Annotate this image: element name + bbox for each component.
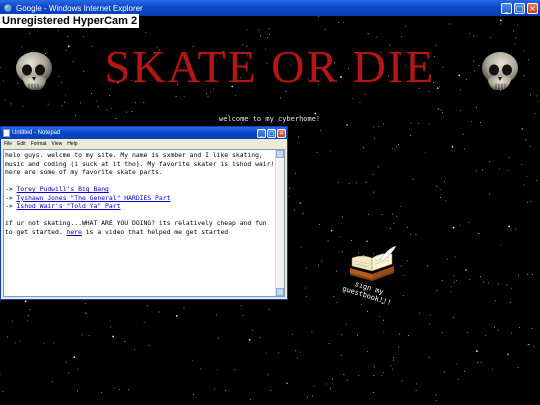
site-title: SKATE OR DIE bbox=[104, 41, 436, 92]
notepad-title: Untitled - Notepad bbox=[12, 130, 61, 136]
arrow-text: -> bbox=[5, 202, 17, 210]
close-button[interactable]: × bbox=[527, 2, 538, 14]
menu-help[interactable]: Help bbox=[67, 141, 77, 147]
vertical-scrollbar[interactable] bbox=[275, 150, 284, 296]
link-row: -> Ishod Wair's "Told Ya" Part bbox=[5, 202, 120, 210]
video-link[interactable]: here bbox=[67, 228, 82, 236]
notepad-menubar: File Edit Format View Help bbox=[1, 139, 287, 148]
link-row: -> Torey Pudwill's Big Bang bbox=[5, 185, 109, 193]
notepad-titlebar[interactable]: Untitled - Notepad _ □ × bbox=[1, 127, 287, 139]
menu-edit[interactable]: Edit bbox=[17, 141, 26, 147]
scroll-down-icon[interactable] bbox=[276, 288, 284, 296]
minimize-button[interactable]: _ bbox=[501, 2, 512, 14]
arrow-text: -> bbox=[5, 185, 17, 193]
welcome-text: welcome to my cyberhome! bbox=[219, 115, 321, 123]
skull-icon bbox=[16, 52, 52, 90]
hypercam-watermark: Unregistered HyperCam 2 bbox=[0, 14, 140, 28]
notepad-close-button[interactable]: × bbox=[277, 128, 286, 138]
ie-icon bbox=[3, 3, 13, 13]
arrow-text: -> bbox=[5, 193, 17, 202]
maximize-button[interactable]: □ bbox=[514, 2, 525, 14]
window-title: Google - Windows Internet Explorer bbox=[16, 3, 143, 13]
notepad-text-area[interactable]: helo guys. welcme to my site. My name is… bbox=[3, 149, 285, 297]
notepad-minimize-button[interactable]: _ bbox=[257, 128, 266, 138]
menu-file[interactable]: File bbox=[4, 141, 12, 147]
link-row: -> Tyshawn Jones "The General" HARDIES P… bbox=[5, 194, 170, 202]
skate-part-link[interactable]: Torey Pudwill's Big Bang bbox=[17, 185, 109, 193]
menu-format[interactable]: Format bbox=[31, 141, 47, 147]
outro-text-end: is a video that helped me get started bbox=[81, 227, 229, 236]
notepad-content: helo guys. welcme to my site. My name is… bbox=[5, 151, 275, 236]
skate-part-link[interactable]: Ishod Wair's "Told Ya" Part bbox=[17, 202, 121, 210]
notepad-icon bbox=[3, 129, 10, 137]
browser-window: Google - Windows Internet Explorer _ □ ×… bbox=[0, 0, 540, 405]
menu-view[interactable]: View bbox=[52, 141, 63, 147]
scroll-up-icon[interactable] bbox=[276, 150, 284, 158]
skull-icon bbox=[482, 52, 518, 90]
notepad-window: Untitled - Notepad _ □ × File Edit Forma… bbox=[0, 126, 288, 300]
skate-part-link[interactable]: Tyshawn Jones "The General" HARDIES Part bbox=[17, 194, 171, 202]
intro-text: helo guys. welcme to my site. My name is… bbox=[5, 151, 275, 176]
notepad-maximize-button[interactable]: □ bbox=[267, 128, 276, 138]
